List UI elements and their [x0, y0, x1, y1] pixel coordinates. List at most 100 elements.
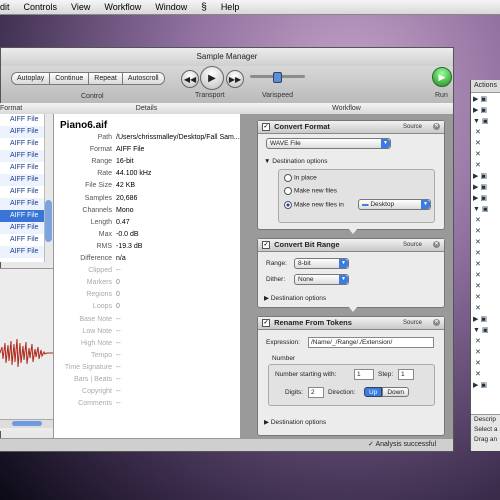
digits-field[interactable]: 2	[308, 387, 324, 398]
enable-checkbox[interactable]: ✓	[262, 241, 270, 250]
up-button[interactable]: Up	[364, 387, 383, 397]
window-title: Sample Manager	[1, 48, 453, 66]
actions-title: Actions	[471, 80, 500, 93]
rename-from-tokens-title: Rename From Tokens	[274, 318, 352, 327]
detail-label: Length	[90, 218, 112, 226]
toolbar: Autoplay Continue Repeat Autoscroll Cont…	[1, 66, 453, 105]
rewind-button[interactable]: ◀◀	[181, 70, 199, 88]
actions-tree[interactable]: ▶ ▣ ▶ ▣ ▼ ▣ ✕ ✕ ✕ ✕ ▶ ▣ ▶ ▣ ▶ ▣ ▼ ▣ ✕ ✕ ✕ ✕ ✕ …	[473, 94, 489, 391]
start-field[interactable]: 1	[354, 369, 374, 380]
chevron-down-icon: ▼	[339, 275, 348, 284]
radio-in-place[interactable]: In place	[284, 174, 317, 182]
dither-popup[interactable]: None ▼	[294, 274, 349, 285]
menu-view[interactable]: View	[71, 2, 90, 12]
start-label: Number starting with:	[275, 371, 337, 378]
waveform	[0, 338, 53, 368]
detail-label: Markers	[86, 279, 112, 287]
source-label[interactable]: Source	[403, 121, 422, 133]
destination-options-toggle[interactable]: ▶ Destination options	[264, 294, 326, 302]
detail-label: Channels	[82, 206, 112, 214]
folder-icon: ▬	[362, 201, 369, 208]
folder-value: Desktop	[370, 201, 395, 208]
destination-options-label: Destination options	[270, 419, 327, 426]
dither-label: Dither:	[266, 276, 286, 283]
close-icon[interactable]: ✕	[433, 319, 440, 326]
destination-options-label: Destination options	[270, 295, 327, 302]
detail-value: 0.47	[116, 218, 130, 226]
repeat-button[interactable]: Repeat	[88, 72, 123, 85]
close-icon[interactable]: ✕	[433, 123, 440, 130]
direction-segment: Up Down	[364, 387, 409, 397]
menu-workflow[interactable]: Workflow	[104, 2, 141, 12]
details-pane: Piano6.aif Path/Users/chrissmalley/Deskt…	[53, 114, 242, 450]
convert-bit-range-title: Convert Bit Range	[274, 240, 340, 249]
folder-popup[interactable]: ▬ Desktop ▼	[358, 199, 431, 210]
direction-label: Direction:	[328, 389, 356, 396]
radio-icon	[284, 187, 292, 195]
chevron-down-icon: ▼	[421, 200, 430, 209]
detail-value: AIFF File	[116, 146, 145, 154]
enable-checkbox[interactable]: ✓	[262, 319, 270, 328]
disclosure-triangle-icon: ▶	[264, 419, 269, 426]
destination-options-label: Destination options	[272, 158, 328, 165]
format-popup[interactable]: WAVE File ▼	[266, 138, 391, 149]
detail-label: Time Signature	[64, 363, 112, 371]
waveform-scrollbar[interactable]	[0, 419, 53, 428]
file-name-title: Piano6.aif	[60, 120, 108, 131]
autoplay-button[interactable]: Autoplay	[11, 72, 51, 85]
actions-panel: Actions ▶ ▣ ▶ ▣ ▼ ▣ ✕ ✕ ✕ ✕ ▶ ▣ ▶ ▣ ▶ ▣ ▼ ▣ ✕ …	[470, 80, 500, 451]
detail-value: -19.3 dB	[116, 242, 143, 250]
play-button[interactable]: ▶	[200, 66, 224, 90]
run-label: Run	[435, 92, 448, 99]
source-label[interactable]: Source	[403, 239, 422, 251]
menu-help[interactable]: Help	[221, 2, 240, 12]
detail-label: File Size	[85, 182, 112, 190]
detail-value: Mono	[116, 206, 134, 214]
script-menu-icon[interactable]: §	[201, 2, 207, 13]
transport-label: Transport	[195, 92, 225, 99]
menu-controls[interactable]: Controls	[24, 2, 58, 12]
source-label[interactable]: Source	[403, 317, 422, 329]
number-label: Number	[272, 355, 296, 362]
enable-checkbox[interactable]: ✓	[262, 123, 270, 132]
detail-value: /Users/chrissmalley/Desktop/Fall Sam...	[116, 134, 240, 141]
detail-label: Loops	[92, 303, 112, 311]
dither-value: None	[298, 276, 314, 283]
play-icon: ▶	[438, 71, 446, 82]
waveform-view[interactable]	[0, 268, 53, 431]
disclosure-triangle-icon: ▼	[264, 158, 271, 165]
waveform-scroll-thumb[interactable]	[12, 421, 42, 426]
radio-make-new-files-in-label: Make new files in	[294, 201, 344, 209]
autoscroll-button[interactable]: Autoscroll	[121, 72, 165, 85]
destination-options-toggle[interactable]: ▶ Destination options	[264, 418, 326, 426]
detail-value: n/a	[116, 255, 126, 262]
range-popup[interactable]: 8-bit ▼	[294, 258, 349, 269]
detail-value: -0.0 dB	[116, 230, 139, 238]
menu-bar: dit Controls View Workflow Window § Help	[0, 0, 500, 15]
close-icon[interactable]: ✕	[433, 241, 440, 248]
expression-field[interactable]: /Name/_/Range/./Extension/	[308, 337, 434, 348]
radio-make-new-files-in[interactable]: Make new files in	[284, 201, 344, 209]
menu-edit[interactable]: dit	[0, 2, 10, 12]
status-message: Analysis successful	[375, 441, 437, 448]
menu-window[interactable]: Window	[155, 2, 187, 12]
continue-button[interactable]: Continue	[49, 72, 90, 85]
down-button[interactable]: Down	[382, 387, 409, 397]
control-label: Control	[81, 93, 104, 100]
fast-forward-button[interactable]: ▶▶	[226, 70, 244, 88]
detail-label: Samples	[84, 194, 112, 202]
detail-label: Max	[98, 230, 112, 238]
run-button[interactable]: ▶	[432, 67, 452, 87]
file-list-scroll-thumb[interactable]	[45, 200, 52, 242]
detail-value: 0	[116, 279, 120, 287]
rewind-icon: ◀◀	[183, 74, 197, 84]
step-field[interactable]: 1	[398, 369, 414, 380]
varispeed-knob[interactable]	[273, 72, 282, 83]
detail-label: Rate	[97, 170, 112, 178]
actions-description: Descrip Select a Drag an	[471, 414, 500, 451]
radio-make-new-files[interactable]: Make new files	[284, 187, 337, 195]
destination-options-toggle[interactable]: ▼ Destination options	[264, 158, 328, 165]
chevron-down-icon: ▼	[381, 139, 390, 148]
detail-value: 0	[116, 303, 120, 311]
detail-label: Format	[89, 146, 112, 154]
